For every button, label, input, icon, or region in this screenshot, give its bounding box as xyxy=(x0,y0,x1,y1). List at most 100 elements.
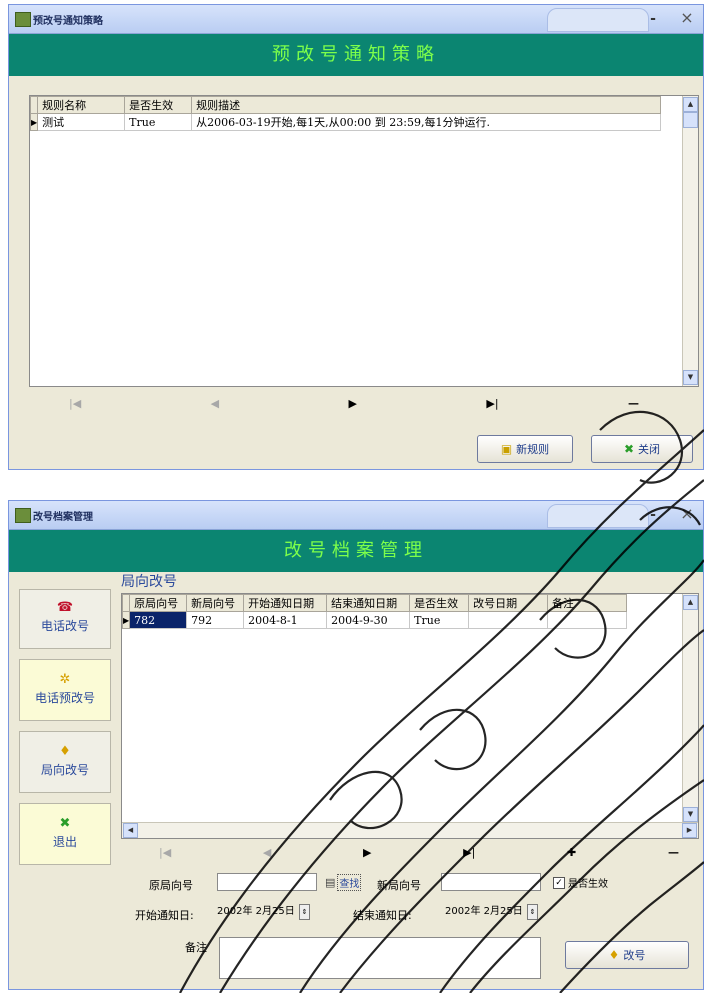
start-date-spin-icon[interactable]: ⇕ xyxy=(299,904,310,920)
rule-grid-scrollbar[interactable]: ▲ ▼ xyxy=(682,96,698,386)
column-header-old-prefix[interactable]: 原局向号 xyxy=(129,594,188,612)
exit-icon: ✖ xyxy=(59,816,71,831)
scroll-up-icon[interactable]: ▲ xyxy=(683,595,698,610)
app-icon xyxy=(15,508,31,523)
section-title: 局向改号 xyxy=(121,574,177,590)
rule-window: 预改号通知策略 - × 预改号通知策略 规则名称 是否生效 规则描述 ▶ 测试 … xyxy=(8,4,704,470)
new-prefix-label: 新局向号 xyxy=(377,879,421,892)
start-date-picker[interactable]: 2002年 2月25日 xyxy=(213,903,297,921)
rule-name-cell[interactable]: 测试 xyxy=(37,113,126,131)
column-header-new-prefix[interactable]: 新局向号 xyxy=(186,594,245,612)
prev-record-icon[interactable]: ◀ xyxy=(263,846,271,859)
remark-label: 备注 xyxy=(185,941,207,954)
change-number-label: 改号 xyxy=(623,949,646,962)
scroll-left-icon[interactable]: ◀ xyxy=(123,823,138,838)
sparkle-icon: ✲ xyxy=(59,672,71,687)
delete-record-icon[interactable]: — xyxy=(628,397,639,410)
change-number-button[interactable]: ♦ 改号 xyxy=(565,941,689,969)
close-window-button[interactable]: × xyxy=(677,8,697,28)
next-record-icon[interactable]: ▶ xyxy=(363,846,371,859)
archive-window-title: 改号档案管理 xyxy=(33,512,93,523)
rule-navigator: |◀ ◀ ▶ ▶| — xyxy=(69,397,639,410)
current-row-icon: ▶ xyxy=(122,611,131,629)
rule-window-titlebar[interactable]: 预改号通知策略 - × xyxy=(9,5,703,34)
remark-cell[interactable] xyxy=(547,611,628,629)
table-row[interactable]: ▶ 782 792 2004-8-1 2004-9-30 True xyxy=(122,611,628,629)
end-date-picker[interactable]: 2002年 2月25日 xyxy=(441,903,525,921)
rule-description-cell[interactable]: 从2006-03-19开始,每1天,从00:00 到 23:59,每1分钟运行. xyxy=(191,113,662,131)
current-row-icon: ▶ xyxy=(30,113,39,131)
sidebar-item-exit[interactable]: ✖ 退出 xyxy=(19,803,111,865)
prefix-grid-vscrollbar[interactable]: ▲ ▼ xyxy=(682,594,698,823)
query-label: 查找 xyxy=(337,874,362,891)
prefix-grid[interactable]: 原局向号 新局向号 开始通知日期 结束通知日期 是否生效 改号日期 备注 ▶ 7… xyxy=(121,593,699,839)
archive-window: 改号档案管理 - × 改号档案管理 ☎ 电话改号 ✲ 电话预改号 ♦ 局向改号 … xyxy=(8,500,704,990)
query-button[interactable]: ▤ 查找 xyxy=(325,874,362,891)
minimize-button[interactable]: - xyxy=(643,505,663,525)
end-date-spin-icon[interactable]: ⇕ xyxy=(527,904,538,920)
checkbox-icon[interactable]: ✓ xyxy=(553,876,565,889)
last-record-icon[interactable]: ▶| xyxy=(463,846,475,859)
scroll-up-icon[interactable]: ▲ xyxy=(683,97,698,112)
column-header-rule-name[interactable]: 规则名称 xyxy=(37,96,126,114)
prefix-navigator: |◀ ◀ ▶ ▶| ✚ — xyxy=(159,846,679,859)
start-date-cell[interactable]: 2004-8-1 xyxy=(243,611,328,629)
app-icon xyxy=(15,12,31,27)
prefix-grid-hscrollbar[interactable]: ◀ ▶ xyxy=(122,822,698,838)
remark-input[interactable] xyxy=(219,937,541,979)
minimize-button[interactable]: - xyxy=(643,9,663,29)
active-checkbox[interactable]: ✓ 是否生效 xyxy=(553,875,608,890)
prefix-table: 原局向号 新局向号 开始通知日期 结束通知日期 是否生效 改号日期 备注 ▶ 7… xyxy=(122,594,628,629)
archive-window-titlebar[interactable]: 改号档案管理 - × xyxy=(9,501,703,530)
rule-active-cell[interactable]: True xyxy=(124,113,193,131)
close-window-button[interactable]: × xyxy=(677,504,697,524)
change-date-cell[interactable] xyxy=(468,611,549,629)
delete-record-icon[interactable]: — xyxy=(668,846,679,859)
column-header-end-date[interactable]: 结束通知日期 xyxy=(326,594,411,612)
close-button[interactable]: ✖ 关闭 xyxy=(591,435,693,463)
rule-header-row: 规则名称 是否生效 规则描述 xyxy=(30,96,662,114)
old-prefix-cell[interactable]: 782 xyxy=(129,611,188,629)
new-prefix-cell[interactable]: 792 xyxy=(186,611,245,629)
add-record-icon[interactable]: ✚ xyxy=(567,846,576,859)
new-rule-icon: ▣ xyxy=(500,442,513,456)
column-header-change-date[interactable]: 改号日期 xyxy=(468,594,549,612)
column-header-description[interactable]: 规则描述 xyxy=(191,96,662,114)
next-record-icon[interactable]: ▶ xyxy=(348,397,356,410)
sidebar-item-phone-change[interactable]: ☎ 电话改号 xyxy=(19,589,111,649)
close-label: 关闭 xyxy=(638,443,661,456)
end-date-cell[interactable]: 2004-9-30 xyxy=(326,611,411,629)
start-date-label: 开始通知日: xyxy=(135,909,194,922)
sidebar-item-prefix-change[interactable]: ♦ 局向改号 xyxy=(19,731,111,793)
row-indicator-header xyxy=(30,96,39,114)
sidebar-item-label: 退出 xyxy=(52,835,77,849)
sidebar-item-label: 局向改号 xyxy=(40,763,89,777)
sidebar-item-phone-pre-change[interactable]: ✲ 电话预改号 xyxy=(19,659,111,721)
prefix-header-row: 原局向号 新局向号 开始通知日期 结束通知日期 是否生效 改号日期 备注 xyxy=(122,594,628,612)
old-prefix-input[interactable] xyxy=(217,873,317,891)
archive-banner: 改号档案管理 xyxy=(9,530,703,572)
close-icon: ✖ xyxy=(623,442,635,456)
scroll-thumb[interactable] xyxy=(683,112,698,128)
scroll-right-icon[interactable]: ▶ xyxy=(682,823,697,838)
column-header-active[interactable]: 是否生效 xyxy=(124,96,193,114)
bulb-icon: ♦ xyxy=(608,948,620,962)
scroll-down-icon[interactable]: ▼ xyxy=(683,370,698,385)
new-rule-button[interactable]: ▣ 新规则 xyxy=(477,435,573,463)
scroll-down-icon[interactable]: ▼ xyxy=(683,807,698,822)
column-header-active[interactable]: 是否生效 xyxy=(409,594,470,612)
bulb-icon: ♦ xyxy=(59,744,71,759)
prev-record-icon[interactable]: ◀ xyxy=(211,397,219,410)
first-record-icon[interactable]: |◀ xyxy=(69,397,81,410)
new-prefix-input[interactable] xyxy=(441,873,541,891)
title-tab-decoration xyxy=(547,504,649,528)
column-header-start-date[interactable]: 开始通知日期 xyxy=(243,594,328,612)
table-row[interactable]: ▶ 测试 True 从2006-03-19开始,每1天,从00:00 到 23:… xyxy=(30,113,662,131)
rule-grid[interactable]: 规则名称 是否生效 规则描述 ▶ 测试 True 从2006-03-19开始,每… xyxy=(29,95,699,387)
old-prefix-label: 原局向号 xyxy=(149,879,193,892)
last-record-icon[interactable]: ▶| xyxy=(486,397,498,410)
column-header-remark[interactable]: 备注 xyxy=(547,594,628,612)
first-record-icon[interactable]: |◀ xyxy=(159,846,171,859)
active-cell[interactable]: True xyxy=(409,611,470,629)
active-label: 是否生效 xyxy=(568,879,608,890)
